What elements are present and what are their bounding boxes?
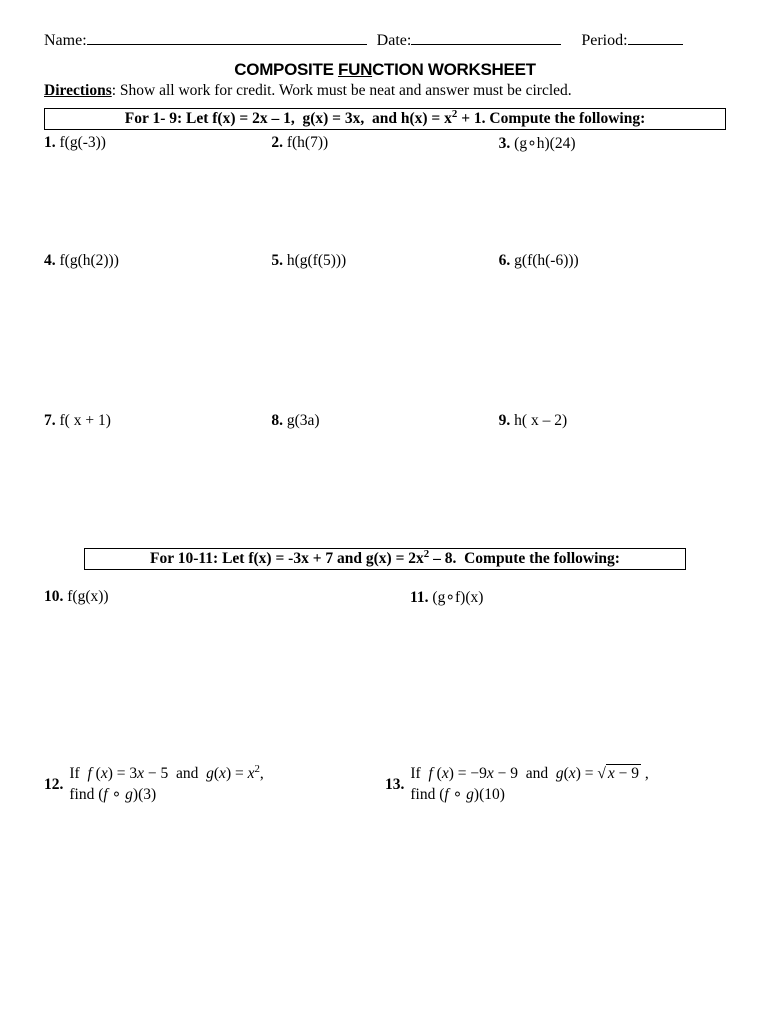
problem-row-1-3: 1. f(g(-3)) 2. f(h(7)) 3. (g∘h)(24) [44,134,726,160]
problem-num: 3. [499,135,511,152]
problem-row-7-9: 7. f( x + 1) 8. g(3a) 9. h( x – 2) [44,412,726,438]
section-1-header: For 1- 9: Let f(x) = 2x – 1, g(x) = 3x, … [44,108,726,130]
problem-text: h(g(f(5))) [287,252,346,269]
problem-text: g(3a) [287,412,320,429]
problem-num: 7. [44,412,56,429]
directions-text: : Show all work for credit. Work must be… [112,82,572,99]
problem-3: 3. (g∘h)(24) [499,134,726,160]
worksheet-title: COMPOSITE FUNCTION WORKSHEET [44,60,726,80]
problem-text: f(g(x)) [67,588,108,605]
problem-num: 11. [410,589,429,606]
problem-text: g(f(h(-6))) [514,252,579,269]
problem-11: 11. (g∘f)(x) [360,588,726,614]
title-post: CTION WORKSHEET [372,60,536,79]
problem-text: h( x – 2) [514,412,567,429]
problem-num: 1. [44,134,56,151]
problem-8: 8. g(3a) [271,412,498,438]
problem-row-4-6: 4. f(g(h(2))) 5. h(g(f(5))) 6. g(f(h(-6)… [44,252,726,278]
name-label: Name: [44,32,87,50]
problem-text: f(h(7)) [287,134,328,151]
problem-text: (g∘f)(x) [432,589,483,606]
directions-label: Directions [44,82,112,99]
problem-num: 6. [499,252,511,269]
problem-4: 4. f(g(h(2))) [44,252,271,278]
date-label: Date: [377,32,412,50]
date-input-line[interactable] [411,30,561,45]
problem-num: 4. [44,252,56,269]
section-2-header: For 10-11: Let f(x) = -3x + 7 and g(x) =… [84,548,686,570]
problem-num: 12. [44,776,63,794]
problem-num: 5. [271,252,283,269]
title-pre: COMPOSITE [234,60,338,79]
problem-5: 5. h(g(f(5))) [271,252,498,278]
problem-text: f(g(h(2))) [60,252,119,269]
problem-text: f( x + 1) [60,412,111,429]
header-fields: Name: Date: Period: [44,30,726,50]
problem-num: 2. [271,134,283,151]
problem-row-12-13: 12. If f (x) = 3x − 5 and g(x) = x2, fin… [44,764,726,806]
problem-row-10-11: 10. f(g(x)) 11. (g∘f)(x) [44,588,726,614]
worksheet-page: Name: Date: Period: COMPOSITE FUNCTION W… [0,0,770,836]
problem-num: 9. [499,412,511,429]
problem-num: 8. [271,412,283,429]
problem-content: If f (x) = 3x − 5 and g(x) = x2, find (f… [69,764,263,806]
problem-text: f(g(-3)) [60,134,106,151]
problem-13: 13. If f (x) = −9x − 9 and g(x) = √x − 9… [385,764,726,806]
directions: Directions: Show all work for credit. Wo… [44,82,726,100]
period-input-line[interactable] [628,30,683,45]
problem-text: (g∘h)(24) [514,135,575,152]
problem-num: 13. [385,776,404,794]
period-label: Period: [581,32,627,50]
problem-6: 6. g(f(h(-6))) [499,252,726,278]
problem-10: 10. f(g(x)) [44,588,360,614]
problem-num: 10. [44,588,63,605]
name-input-line[interactable] [87,30,367,45]
problem-1: 1. f(g(-3)) [44,134,271,160]
problem-2: 2. f(h(7)) [271,134,498,160]
problem-content: If f (x) = −9x − 9 and g(x) = √x − 9 , f… [410,764,648,806]
problem-9: 9. h( x – 2) [499,412,726,438]
problem-12: 12. If f (x) = 3x − 5 and g(x) = x2, fin… [44,764,385,806]
title-fun: FUN [338,60,372,79]
problem-7: 7. f( x + 1) [44,412,271,438]
